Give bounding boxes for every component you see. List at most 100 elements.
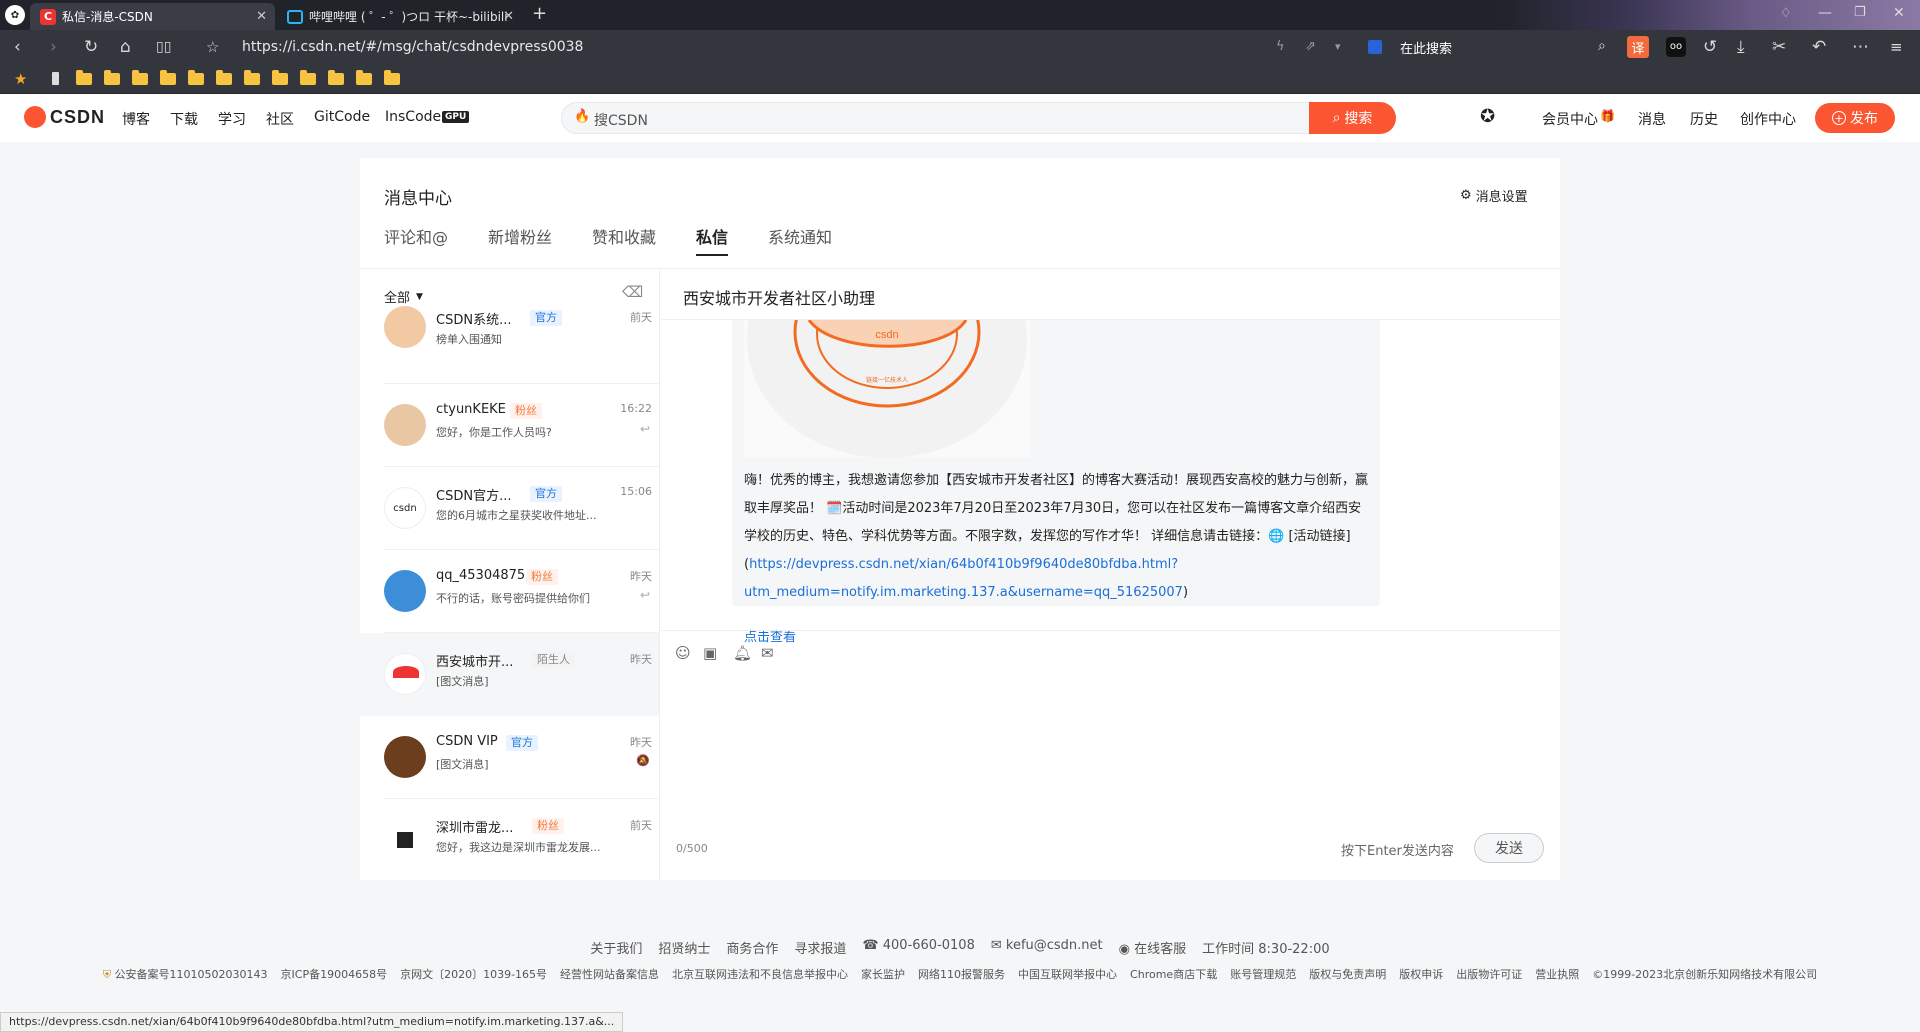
footer-business[interactable]: 商务合作 (726, 938, 778, 957)
message-input[interactable] (675, 671, 1545, 821)
menu-icon[interactable]: ≡ (1890, 38, 1903, 56)
more-icon[interactable]: ⋯ (1852, 38, 1869, 56)
close-tab-icon[interactable]: ✕ (503, 9, 514, 24)
close-window-icon[interactable]: ✕ (1893, 5, 1905, 21)
bookmark-folder-icon[interactable] (356, 70, 372, 85)
url-field[interactable]: https://i.csdn.net/#/msg/chat/csdndevpre… (242, 39, 583, 55)
bookmark-folder-icon[interactable] (160, 70, 176, 85)
footer-legal-item[interactable]: 版权申诉 (1399, 966, 1443, 982)
restore-icon[interactable]: ❐ (1854, 5, 1866, 20)
home-icon[interactable]: ⌂ (120, 38, 131, 56)
scissors-icon[interactable]: ✂ (1772, 38, 1786, 56)
favorites-star-icon[interactable]: ★ (14, 70, 27, 88)
back-icon[interactable]: ‹ (14, 38, 21, 56)
footer-legal-item[interactable]: 北京互联网违法和不良信息举报中心 (672, 966, 848, 982)
nav-creator-center[interactable]: 创作中心 (1740, 109, 1796, 129)
tab-bilibili[interactable]: 哔哩哔哩 ( ゜- ゜)つロ 干杯~-bilibili ✕ (277, 3, 522, 30)
conversation-item-active[interactable]: 西安城市开... 陌生人 [图文消息] 昨天 (360, 633, 659, 716)
nav-member-center[interactable]: 会员中心 (1542, 109, 1598, 129)
nav-gitcode[interactable]: GitCode (314, 109, 370, 125)
history-icon[interactable]: ↺ (1703, 38, 1717, 56)
undo-icon[interactable]: ↶ (1812, 38, 1826, 56)
footer-email[interactable]: ✉ kefu@csdn.net (991, 938, 1103, 957)
conversation-item[interactable]: CSDN系统... 官方 榜单入围通知 前天 (360, 301, 659, 384)
skin-icon[interactable]: ♢ (1780, 6, 1792, 21)
bookmark-folder-icon[interactable] (384, 70, 400, 85)
footer-legal-item[interactable]: 网络110报警服务 (918, 966, 1005, 982)
conversation-item[interactable]: 深圳市雷龙... 粉丝 您好，我这边是深圳市雷龙发展... 前天 (360, 799, 659, 880)
tab-system-notice[interactable]: 系统通知 (768, 224, 832, 248)
bookmark-folder-icon[interactable] (216, 70, 232, 85)
tab-likes[interactable]: 赞和收藏 (592, 224, 656, 248)
footer-legal-item[interactable]: 中国互联网举报中心 (1018, 966, 1117, 982)
view-details-link[interactable]: 点击查看 (744, 626, 796, 645)
browser-profile-icon[interactable]: ✿ (5, 5, 25, 25)
footer-press[interactable]: 寻求报道 (794, 938, 846, 957)
footer-online-service[interactable]: ◉ 在线客服 (1119, 938, 1187, 957)
emoji-icon[interactable]: ☺ (675, 644, 693, 662)
footer-legal-item[interactable]: ⛨ 公安备案号11010502030143 (103, 966, 268, 982)
csdn-logo[interactable]: CSDN (24, 106, 105, 128)
footer-phone[interactable]: ☎ 400-660-0108 (862, 938, 974, 957)
nav-download[interactable]: 下载 (170, 109, 198, 129)
notification-bell-icon[interactable]: 🔔︎ (733, 644, 752, 662)
message-settings-link[interactable]: ⚙ 消息设置 (1460, 186, 1528, 205)
bookmark-folder-icon[interactable] (132, 70, 148, 85)
nav-learn[interactable]: 学习 (218, 109, 246, 129)
footer-legal-item[interactable]: 出版物许可证 (1456, 966, 1522, 982)
conversation-item[interactable]: qq_45304875 粉丝 不行的话，账号密码提供给你们 昨天 ↩ (360, 550, 659, 633)
nav-history[interactable]: 历史 (1690, 109, 1718, 129)
envelope-icon[interactable]: ✉ (761, 644, 779, 662)
share-icon[interactable]: ⇗ (1305, 38, 1316, 56)
clear-unread-icon[interactable]: ⌫ (622, 283, 643, 301)
search-icon[interactable]: ⌕ (1598, 38, 1606, 54)
footer-legal-item[interactable]: 版权与免责声明 (1309, 966, 1386, 982)
activity-link[interactable]: https://devpress.csdn.net/xian/64b0f410b… (744, 557, 1183, 600)
search-button[interactable]: ⌕ 搜索 (1309, 102, 1396, 134)
bookmark-folder-icon[interactable] (272, 70, 288, 85)
bookmark-folder-icon[interactable] (104, 70, 120, 85)
reload-icon[interactable]: ↻ (84, 38, 98, 56)
bookmark-folder-icon[interactable] (188, 70, 204, 85)
tab-new-fans[interactable]: 新增粉丝 (488, 224, 552, 248)
bookmark-folder-icon[interactable] (244, 70, 260, 85)
footer-about[interactable]: 关于我们 (590, 938, 642, 957)
footer-legal-item[interactable]: 京网文〔2020〕1039-165号 (400, 966, 547, 982)
conversation-item[interactable]: csdn CSDN官方... 官方 您的6月城市之星获奖收件地址... 15:0… (360, 467, 659, 550)
publish-button[interactable]: + 发布 (1815, 103, 1895, 133)
send-button[interactable]: 发送 (1474, 833, 1544, 863)
bookmark-star-icon[interactable]: ☆ (206, 38, 219, 56)
footer-jobs[interactable]: 招贤纳士 (658, 938, 710, 957)
image-upload-icon[interactable]: ▣ (703, 644, 721, 662)
download-icon[interactable]: ⤓ (1737, 38, 1745, 56)
tab-comments[interactable]: 评论和@ (384, 224, 448, 248)
nav-inscode[interactable]: InsCode (385, 109, 441, 125)
extension-icon[interactable]: oo (1666, 37, 1686, 57)
translate-button[interactable]: 译 (1627, 36, 1649, 58)
vip-logo-icon[interactable]: ✪ (1480, 106, 1495, 127)
minimize-icon[interactable]: — (1818, 5, 1832, 21)
footer-legal-item[interactable]: 家长监护 (861, 966, 905, 982)
tab-private-messages[interactable]: 私信 (696, 224, 729, 256)
search-engine-icon[interactable] (1368, 40, 1382, 54)
footer-legal-item[interactable]: 账号管理规范 (1230, 966, 1296, 982)
bookmark-folder-icon[interactable] (300, 70, 316, 85)
footer-legal-item[interactable]: 京ICP备19004658号 (281, 966, 388, 982)
nav-blog[interactable]: 博客 (122, 109, 150, 129)
bookmark-folder-icon[interactable] (76, 70, 92, 85)
message-image[interactable]: csdn 链接一亿技术人 (744, 320, 1030, 458)
conversation-item[interactable]: CSDN VIP 官方 [图文消息] 昨天 🔕 (360, 716, 659, 799)
forward-icon[interactable]: › (50, 38, 57, 56)
dropdown-icon[interactable]: ▾ (1335, 38, 1341, 56)
bookmark-folder-icon[interactable] (328, 70, 344, 85)
browser-search-input[interactable]: 在此搜索 (1400, 38, 1452, 57)
tab-csdn[interactable]: C 私信-消息-CSDN ✕ (30, 3, 275, 30)
new-tab-button[interactable]: + (532, 3, 547, 24)
bookmark-page-icon[interactable] (52, 72, 59, 85)
nav-community[interactable]: 社区 (266, 109, 294, 129)
conversation-item[interactable]: ctyunKEKE 粉丝 您好，你是工作人员吗? 16:22 ↩ (360, 384, 659, 467)
footer-legal-item[interactable]: 营业执照 (1535, 966, 1579, 982)
footer-legal-item[interactable]: 经营性网站备案信息 (560, 966, 659, 982)
footer-legal-item[interactable]: Chrome商店下载 (1130, 966, 1217, 982)
lightning-icon[interactable]: ϟ (1276, 38, 1285, 56)
